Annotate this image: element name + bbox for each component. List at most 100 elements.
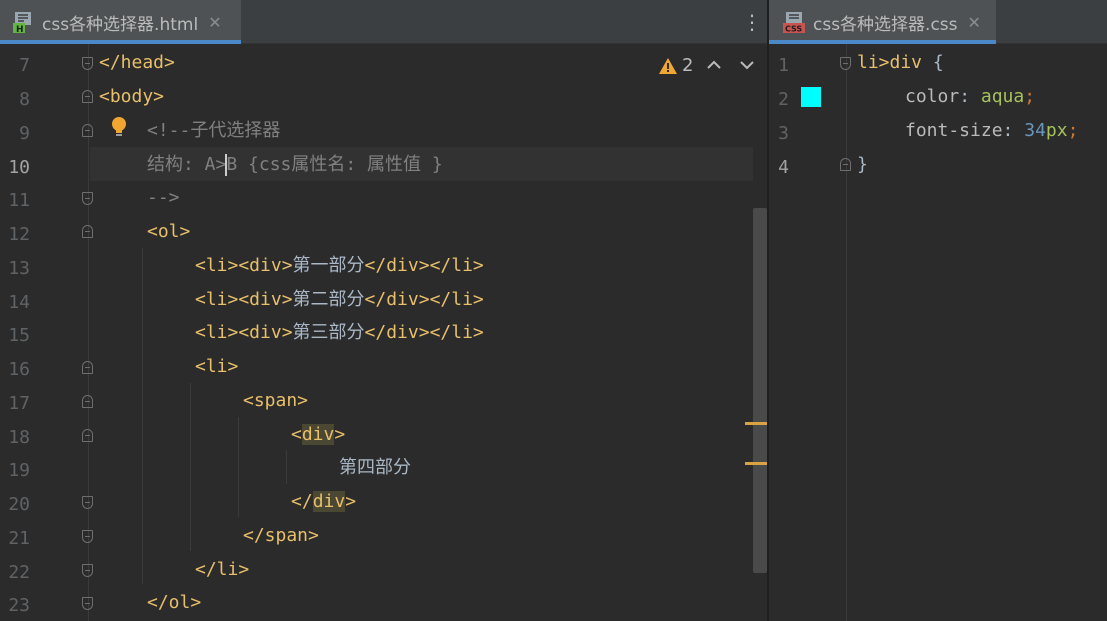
- code-line: <li><div>第一部分</div></li>: [195, 249, 484, 283]
- code-text: 第一部分: [292, 255, 365, 276]
- matched-tag-highlight: div: [301, 424, 335, 445]
- line-number: 16: [8, 359, 30, 380]
- color-swatch[interactable]: [801, 87, 821, 107]
- line-number: 14: [8, 292, 30, 313]
- active-tab-indicator: [0, 40, 241, 44]
- fold-marker[interactable]: [82, 496, 93, 509]
- code-line: li>div {: [857, 46, 944, 80]
- code-text: 结构: A>: [147, 154, 227, 175]
- code-line: 第四部分: [339, 457, 411, 478]
- fold-marker[interactable]: [82, 395, 93, 408]
- tab-html-file[interactable]: H css各种选择器.html ✕: [0, 0, 241, 44]
- tab-html-title: css各种选择器.html: [42, 14, 199, 35]
- code-line: </ol>: [147, 592, 202, 613]
- line-number: 7: [19, 55, 30, 76]
- inspections-widget[interactable]: 2: [658, 55, 693, 76]
- close-icon[interactable]: ✕: [208, 13, 221, 32]
- code-line: <li>: [195, 356, 239, 377]
- error-stripe-marker[interactable]: [745, 462, 767, 465]
- code-text: ;: [1067, 120, 1079, 141]
- code-text: </: [291, 491, 313, 512]
- code-text: B {css属性名: 属性值 }: [226, 154, 443, 175]
- code-text: 第二部分: [292, 289, 365, 310]
- code-text: 第三部分: [292, 322, 365, 343]
- tab-css-title: css各种选择器.css: [813, 14, 958, 35]
- next-highlight-icon[interactable]: [739, 55, 755, 80]
- warning-icon: [659, 57, 677, 74]
- code-line: </head>: [99, 52, 175, 73]
- fold-marker[interactable]: [840, 57, 851, 70]
- fold-marker[interactable]: [840, 158, 851, 171]
- css-property: color: [905, 86, 960, 107]
- code-line: -->: [147, 187, 180, 208]
- indent-guide: [286, 450, 287, 484]
- fold-marker[interactable]: [82, 530, 93, 543]
- code-text: :: [959, 86, 981, 107]
- code-text: ;: [1024, 86, 1036, 107]
- code-line: 结构: A>B {css属性名: 属性值 }: [147, 148, 443, 182]
- line-number: 23: [8, 595, 30, 616]
- fold-marker[interactable]: [82, 192, 93, 205]
- code-line: <body>: [99, 86, 165, 107]
- indent-guide: [238, 417, 239, 517]
- code-line: <div>: [291, 418, 345, 452]
- previous-highlight-icon[interactable]: [706, 55, 722, 80]
- fold-marker[interactable]: [82, 361, 93, 374]
- css-selector: li>div: [857, 52, 923, 73]
- css-value: 34: [1024, 120, 1046, 141]
- line-number: 15: [8, 325, 30, 346]
- css-value: aqua: [980, 86, 1025, 107]
- ide-window: H css各种选择器.html ✕ ⋮ CSS css各种选择器.css ✕ 7…: [0, 0, 1107, 621]
- code-text: {: [922, 52, 944, 73]
- code-line: }: [857, 154, 868, 175]
- svg-text:H: H: [16, 25, 24, 33]
- line-number: 3: [778, 123, 789, 144]
- line-number: 18: [8, 427, 30, 448]
- code-line: </div>: [291, 485, 356, 519]
- more-options-icon[interactable]: ⋮: [742, 10, 762, 34]
- line-number: 21: [8, 528, 30, 549]
- line-number: 11: [8, 190, 30, 211]
- fold-marker[interactable]: [82, 124, 93, 137]
- line-number: 8: [19, 89, 30, 110]
- code-text: <li><div>: [195, 255, 293, 276]
- line-number: 9: [19, 123, 30, 144]
- line-number: 12: [8, 224, 30, 245]
- right-tab-bar: CSS css各种选择器.css ✕: [769, 0, 1107, 44]
- svg-text:CSS: CSS: [785, 25, 802, 34]
- fold-marker[interactable]: [82, 90, 93, 103]
- vertical-scrollbar[interactable]: [753, 208, 767, 573]
- code-line: </span>: [243, 525, 319, 546]
- tab-css-file[interactable]: CSS css各种选择器.css ✕: [769, 0, 996, 44]
- code-line: <!--子代选择器: [147, 120, 281, 141]
- code-text: </div></li>: [364, 255, 484, 276]
- intention-bulb-icon[interactable]: [110, 116, 128, 145]
- css-unit: px: [1045, 120, 1068, 141]
- fold-marker[interactable]: [82, 225, 93, 238]
- line-number: 22: [8, 562, 30, 583]
- code-text: </div></li>: [364, 289, 484, 310]
- code-line: <span>: [243, 390, 309, 411]
- indent-guide: [190, 383, 191, 551]
- line-number: 19: [8, 460, 30, 481]
- line-number: 13: [8, 258, 30, 279]
- code-text: >: [345, 491, 357, 512]
- line-number: 4: [778, 157, 789, 178]
- left-tab-bar: H css各种选择器.html ✕ ⋮: [0, 0, 767, 44]
- css-file-icon: CSS: [783, 11, 805, 34]
- fold-marker[interactable]: [82, 429, 93, 442]
- css-property: font-size: [905, 120, 1003, 141]
- code-text: >: [334, 424, 346, 445]
- error-stripe-marker[interactable]: [745, 422, 767, 425]
- close-icon[interactable]: ✕: [968, 13, 981, 32]
- indent-guide: [142, 248, 143, 584]
- gutter-separator: [846, 44, 847, 621]
- fold-marker[interactable]: [82, 57, 93, 70]
- fold-marker[interactable]: [82, 597, 93, 610]
- line-number: 1: [778, 55, 789, 76]
- code-text: </div></li>: [364, 322, 484, 343]
- code-line: <li><div>第三部分</div></li>: [195, 316, 484, 350]
- active-tab-indicator: [769, 40, 996, 44]
- fold-marker[interactable]: [82, 564, 93, 577]
- code-line: font-size: 34px;: [905, 114, 1078, 148]
